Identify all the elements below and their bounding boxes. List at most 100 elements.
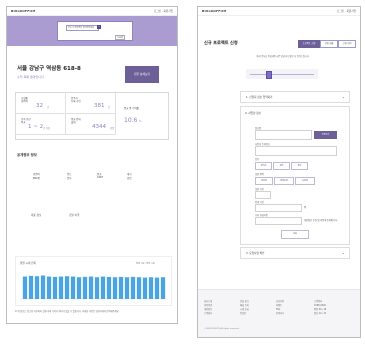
property-subtitle: 수익 목록 결과입니다. [17, 75, 45, 79]
stat-unit: % [139, 120, 142, 123]
left-page: BUILDOFFICE 로그인 · 회원가입 주소나 건물명을 입력해주세요 ⌕… [6, 6, 178, 324]
area-input[interactable] [255, 191, 271, 199]
stat-unit: 건 [47, 106, 50, 109]
company-name-input[interactable] [255, 130, 312, 140]
accordion-title: 3. 요청사항 확인 [246, 252, 265, 255]
chart-bar [70, 276, 76, 299]
chart-title: 월별 시세 변화 [20, 261, 37, 265]
help-link[interactable]: 도움말 [115, 35, 125, 40]
verify-button[interactable]: 인증하기 [314, 131, 337, 139]
chart-bar [142, 277, 148, 299]
chart-bar [28, 275, 34, 299]
chart-bars [22, 275, 166, 299]
stat-unit: 년 이상 [43, 127, 51, 130]
tab-progress[interactable]: 진행 현황 [320, 40, 338, 48]
info-field: 준공 1987 [97, 173, 104, 179]
page-title: 신규 프로젝트 신청 [204, 40, 238, 45]
chart-bar [100, 276, 106, 299]
business-form: 2. 사업장 정보 상호명 인증하기 사업자 등록번호 업종 오피스 상가 창고… [240, 106, 350, 245]
chart-legend: 매매 시세 / 임대 시세 [136, 261, 155, 265]
agree-text[interactable]: 개인정보 수집 및 이용에 동의합니다. [304, 218, 344, 222]
page-description: 아래 양식을 작성해주시면 담당자가 확인 후 연락드립니다. [256, 55, 310, 58]
chart-bar [82, 276, 88, 299]
copyright: © BUILDOFFICE All rights reserved. [204, 328, 240, 330]
chart-bar [64, 276, 70, 299]
chart-bar [34, 276, 40, 299]
chart-bar [88, 276, 94, 299]
price-chart: 월별 시세 변화 매매 시세 / 임대 시세 [20, 261, 168, 300]
chip-office[interactable]: 오피스 [255, 162, 272, 170]
field-label: 업종 [255, 158, 260, 161]
auth-links[interactable]: 로그인 · 회원가입 [337, 9, 356, 13]
property-address: 서울 강남구 역삼동 618-8 [17, 66, 81, 72]
chart-bar [124, 277, 130, 299]
stat-card: 평균 임대 월세 4344 만원 [66, 114, 116, 135]
auth-links[interactable]: 로그인 · 회원가입 [154, 9, 173, 13]
right-page: BUILDOFFICE 로그인 · 회원가입 신규 프로젝트 신청 프로젝트 신… [197, 6, 361, 338]
chart-bar [40, 275, 46, 299]
stat-unit: 건 [108, 106, 111, 109]
stat-value: 381 [94, 103, 105, 109]
info-grid: 연면적 890평 용도 업무 준공 1987 대지 상업 [33, 172, 153, 184]
stat-card-yield: 평균 평 수익률 10.6 % [116, 93, 167, 138]
chip-store[interactable]: 상가 [273, 162, 290, 170]
search-box: 주소나 건물명을 입력해주세요 ⌕ 도움말 [57, 21, 133, 41]
search-input[interactable]: 주소나 건물명을 입력해주세요 [66, 25, 99, 31]
detail-button[interactable]: 건물 상세보기 [125, 66, 159, 83]
info-section-title: 공개정보 정보 [17, 153, 37, 157]
field-label: 희망 면적 [255, 173, 264, 176]
chip-warehouse[interactable]: 창고 [291, 162, 308, 170]
brand-logo[interactable]: BUILDOFFICE [11, 9, 35, 13]
footer-col: 고객센터 1588-0000 평일 09~18 점심 12~13 [314, 300, 327, 315]
footer-col: 건물 찾기 매물 등록 시세 조회 컨설팅 [240, 300, 249, 315]
stats-panel: 공실률 연면적 32 건 입주사 등록 기업 381 건 건축 연한 평균 1 ~ 2… [15, 92, 169, 140]
business-number-input[interactable] [255, 146, 337, 156]
chart-bar [52, 276, 58, 299]
chart-bar [112, 277, 118, 299]
chip-region-yeouido[interactable]: 여의도권 [274, 177, 294, 185]
stat-unit: 만원 [110, 127, 115, 130]
accordion-title: 1. 신청자 정보 입력하기 [246, 96, 273, 99]
chart-bar [94, 277, 100, 299]
chart-bar [160, 277, 166, 299]
period-input[interactable] [255, 204, 302, 212]
chart-bar [136, 277, 142, 299]
brand-logo[interactable]: BUILDOFFICE [202, 9, 226, 13]
stat-sublabel: 연면적 [21, 100, 28, 103]
slider-track [250, 74, 314, 75]
stat-label: 평균 평 수익률 [124, 107, 139, 110]
info-field: 연면적 890평 [33, 173, 40, 180]
accordion-step1[interactable]: 1. 신청자 정보 입력하기 ⌄ [240, 91, 350, 103]
search-button[interactable]: ⌕ [97, 25, 101, 29]
chart-bar [154, 277, 160, 299]
stat-sublabel: 등록 기업 [71, 100, 81, 103]
next-button[interactable]: 다음 [281, 230, 309, 239]
tab-bar: 프로젝트 신청 진행 현황 신청 내역 [298, 40, 356, 48]
stat-sublabel: 평균 [21, 121, 26, 124]
chart-panel: 월별 시세 변화 매매 시세 / 임대 시세 [15, 256, 172, 306]
stat-value: 32 [36, 103, 43, 109]
tab-history[interactable]: 신청 내역 [338, 40, 356, 48]
slider-handle[interactable] [266, 71, 272, 79]
chevron-down-icon: ⌄ [341, 250, 345, 255]
tab-apply[interactable]: 프로젝트 신청 [298, 40, 320, 48]
stat-sublabel: 월세 [71, 121, 76, 124]
request-input[interactable] [255, 217, 302, 225]
stat-value: 4344 [92, 124, 106, 130]
chart-bar [118, 276, 124, 299]
caption-item: 대표 정보 [31, 214, 42, 217]
progress-slider[interactable] [246, 69, 318, 79]
stat-card: 건축 연한 평균 1 ~ 2 년 이상 [16, 114, 66, 135]
accordion-step3[interactable]: 3. 요청사항 확인 ⌄ [240, 247, 350, 259]
chart-bar [76, 277, 82, 299]
stat-card: 입주사 등록 기업 381 건 [66, 93, 116, 114]
caption-item: 건물 이력 [69, 214, 80, 217]
footer: 회사소개 이용약관 개인정보 고객센터 건물 찾기 매물 등록 시세 조회 컨설… [198, 289, 360, 337]
top-bar: BUILDOFFICE 로그인 · 회원가입 [7, 7, 177, 16]
footer-col: 공지사항 이벤트 FAQ 문의하기 [276, 300, 285, 315]
chip-region-downtown[interactable]: 도심권 [295, 177, 315, 185]
info-field: 용도 업무 [67, 173, 72, 180]
chart-bar [46, 276, 52, 299]
chip-region-gangnam[interactable]: 강남권 [255, 177, 273, 185]
chart-bar [58, 276, 64, 299]
